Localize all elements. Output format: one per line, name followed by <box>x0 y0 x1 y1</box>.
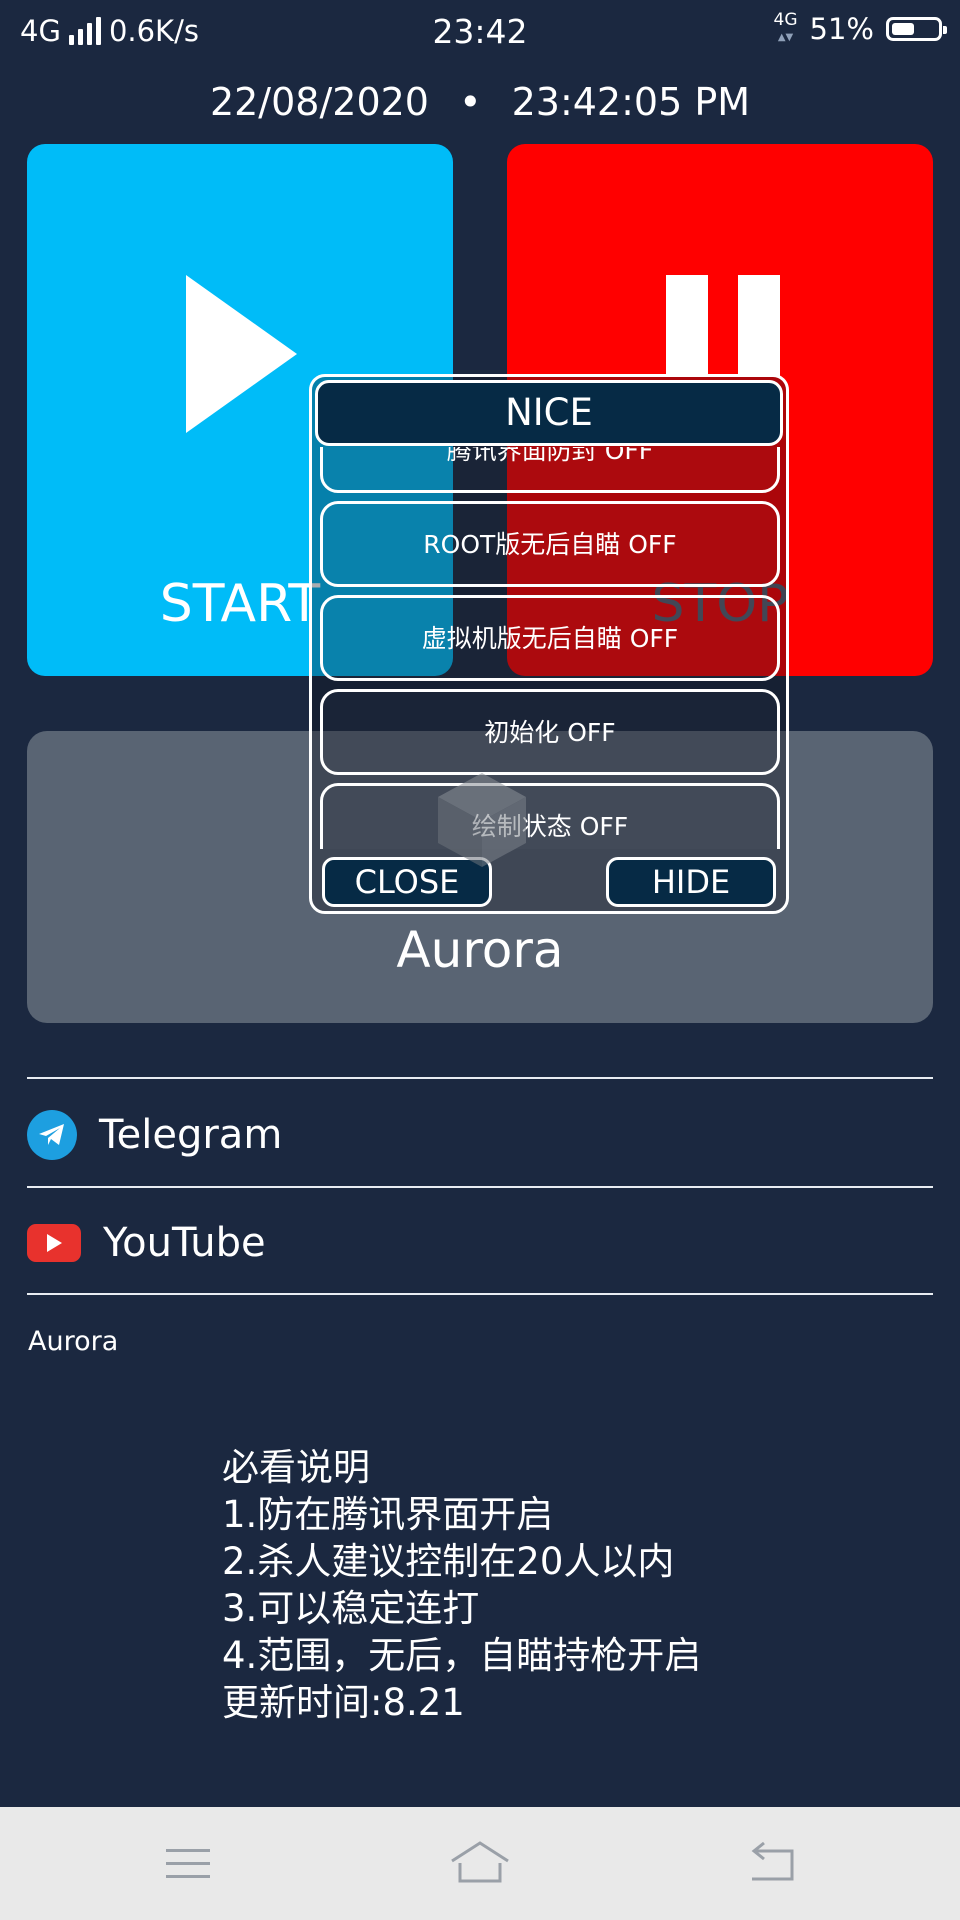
navigation-bar <box>0 1807 960 1920</box>
cube-icon <box>438 773 526 867</box>
battery-icon <box>886 17 947 41</box>
telegram-link[interactable]: Telegram <box>27 1082 933 1188</box>
toggle-tencent-antiban[interactable]: 腾讯界面防封 OFF <box>320 447 780 493</box>
toggle-draw-state[interactable]: 绘制状态 OFF <box>320 783 780 849</box>
note-line: 4.范围，无后，自瞄持枪开启 <box>222 1634 702 1677</box>
divider <box>27 1077 933 1079</box>
status-bar: 4G 0.6K/s 23:42 4G ▲▼ 51% <box>0 0 960 66</box>
toggle-root-aimbot[interactable]: ROOT版无后自瞄 OFF <box>320 501 780 587</box>
note-line: 必看说明 <box>222 1446 370 1489</box>
hide-button[interactable]: HIDE <box>606 857 776 907</box>
dialog-title: NICE <box>315 380 783 446</box>
toggle-list[interactable]: 腾讯界面防封 OFF ROOT版无后自瞄 OFF 虚拟机版无后自瞄 OFF 初始… <box>312 447 786 849</box>
toggle-initialize[interactable]: 初始化 OFF <box>320 689 780 775</box>
data-activity-icon: 4G ▲▼ <box>773 10 798 44</box>
note-line: 更新时间:8.21 <box>222 1681 465 1724</box>
youtube-link[interactable]: YouTube <box>27 1190 933 1296</box>
menu-icon[interactable] <box>158 1837 218 1889</box>
secondary-network: 4G <box>773 10 798 30</box>
instructions-text: 必看说明 1.防在腾讯界面开启 2.杀人建议控制在20人以内 3.可以稳定连打 … <box>222 1444 701 1726</box>
status-right: 4G ▲▼ 51% <box>773 10 947 46</box>
separator-dot: • <box>459 80 482 124</box>
battery-percent: 51% <box>809 12 874 46</box>
divider <box>27 1186 933 1188</box>
note-line: 2.杀人建议控制在20人以内 <box>222 1540 675 1583</box>
telegram-label: Telegram <box>99 1112 283 1158</box>
toggle-vm-aimbot[interactable]: 虚拟机版无后自瞄 OFF <box>320 595 780 681</box>
divider <box>27 1293 933 1295</box>
telegram-icon <box>27 1110 77 1160</box>
note-line: 3.可以稳定连打 <box>222 1587 480 1630</box>
battery-fill <box>892 23 914 35</box>
youtube-icon <box>27 1224 81 1262</box>
clock-text: 23:42:05 PM <box>511 80 751 124</box>
date-time-display: 22/08/2020 • 23:42:05 PM <box>0 80 960 124</box>
play-icon <box>186 275 297 433</box>
pause-icon-left-bar <box>666 275 708 377</box>
note-line: 1.防在腾讯界面开启 <box>222 1493 554 1536</box>
date-text: 22/08/2020 <box>209 80 429 124</box>
pause-icon-right-bar <box>738 275 780 377</box>
app-card-title: Aurora <box>396 921 564 979</box>
home-icon[interactable] <box>450 1837 510 1889</box>
back-icon[interactable] <box>742 1837 802 1889</box>
footer-name: Aurora <box>28 1326 119 1357</box>
floating-menu-dialog: NICE 腾讯界面防封 OFF ROOT版无后自瞄 OFF 虚拟机版无后自瞄 O… <box>309 374 789 914</box>
youtube-label: YouTube <box>103 1220 266 1266</box>
